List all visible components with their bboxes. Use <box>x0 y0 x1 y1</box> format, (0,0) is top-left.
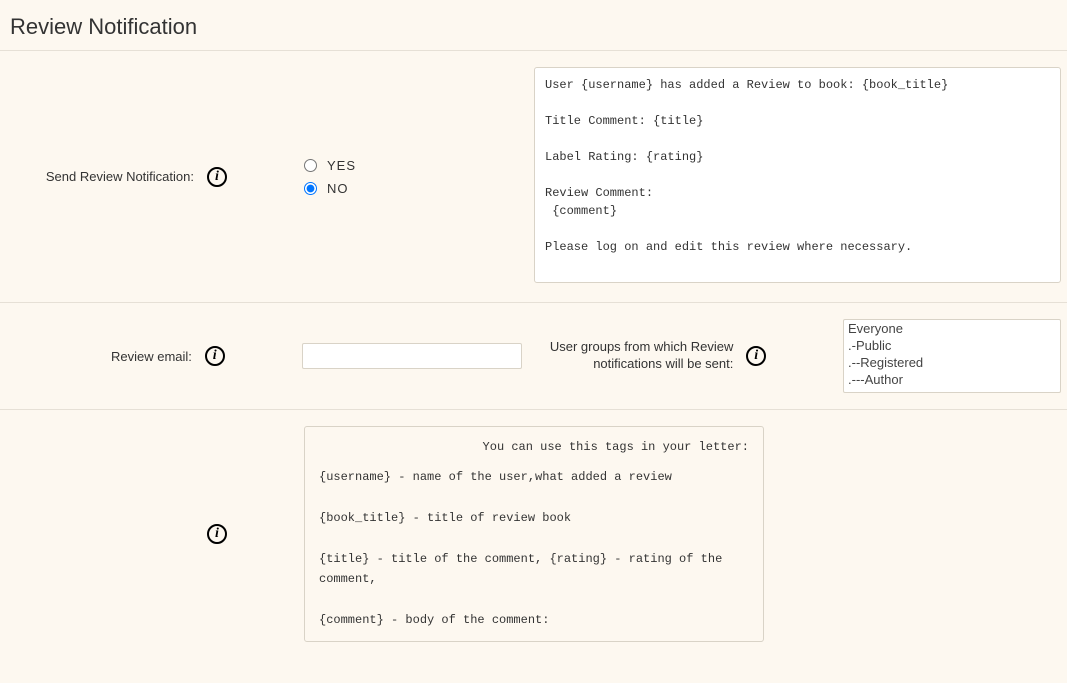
user-groups-label: User groups from which Review notificati… <box>532 339 734 373</box>
send-review-radio-yes[interactable] <box>304 159 317 172</box>
send-review-radio-no-label[interactable]: NO <box>327 181 349 196</box>
review-template-textarea[interactable] <box>534 67 1061 283</box>
help-text-box: You can use this tags in your letter: {us… <box>304 426 764 642</box>
section-help: i You can use this tags in your letter: {… <box>0 409 1067 658</box>
section-review-email: Review email: i User groups from which R… <box>0 302 1067 410</box>
review-email-label: Review email: <box>111 349 192 364</box>
info-icon[interactable]: i <box>205 346 225 366</box>
send-review-radio-no[interactable] <box>304 182 317 195</box>
section-send-review: Send Review Notification: i YES NO <box>0 50 1067 303</box>
send-review-radio-yes-label[interactable]: YES <box>327 158 356 173</box>
user-groups-select[interactable]: Everyone.-Public.--Registered.---Author <box>843 319 1061 393</box>
help-body: {username} - name of the user,what added… <box>319 470 729 627</box>
info-icon[interactable]: i <box>207 167 227 187</box>
page-title: Review Notification <box>0 0 1067 50</box>
info-icon[interactable]: i <box>746 346 766 366</box>
review-email-input[interactable] <box>302 343 522 369</box>
user-group-option[interactable]: .---Author <box>844 371 1060 388</box>
info-icon[interactable]: i <box>207 524 227 544</box>
help-header: You can use this tags in your letter: <box>319 437 749 457</box>
user-group-option[interactable]: .--Registered <box>844 354 1060 371</box>
user-group-option[interactable]: Everyone <box>844 320 1060 337</box>
send-review-label: Send Review Notification: <box>46 169 194 184</box>
user-group-option[interactable]: .-Public <box>844 337 1060 354</box>
